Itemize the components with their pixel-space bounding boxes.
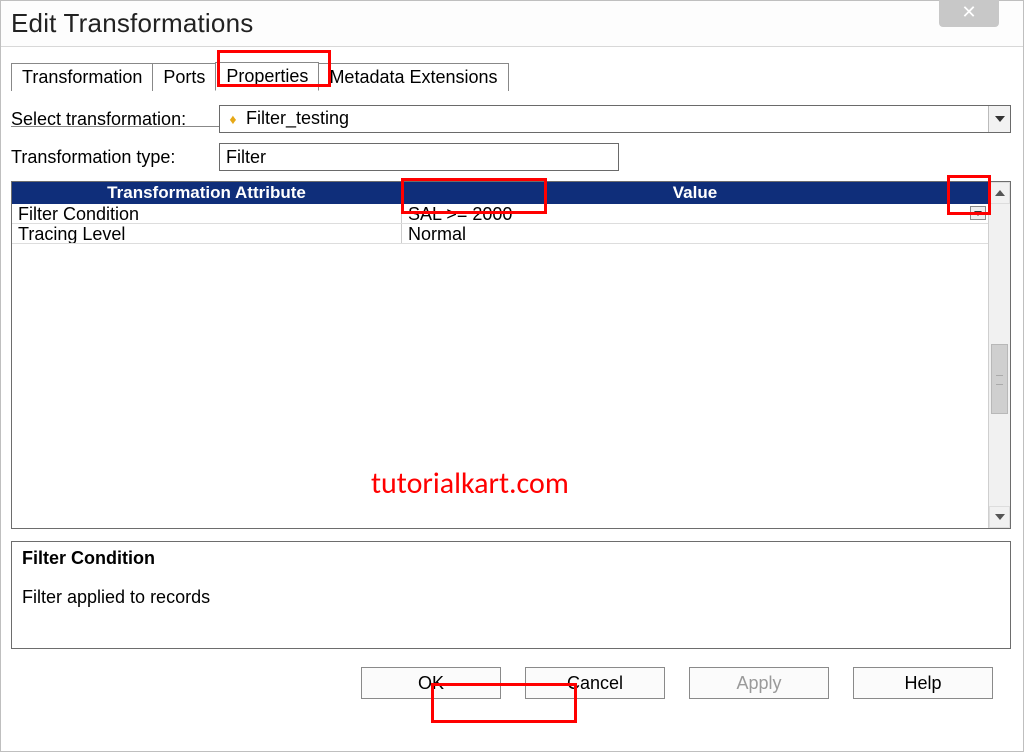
scroll-track[interactable] [989, 204, 1010, 506]
tab-properties[interactable]: Properties [215, 62, 319, 91]
select-transformation-row: Select transformation: ♦ Filter_testing [11, 105, 1011, 133]
vertical-scrollbar[interactable] [988, 182, 1010, 528]
tab-ports[interactable]: Ports [152, 63, 216, 91]
description-title: Filter Condition [22, 548, 1000, 569]
scroll-up-icon[interactable] [989, 182, 1010, 204]
description-text: Filter applied to records [22, 587, 1000, 608]
tabstrip: Transformation Ports Properties Metadata… [11, 57, 1011, 91]
filter-icon: ♦ [224, 110, 242, 128]
tab-transformation[interactable]: Transformation [11, 63, 153, 91]
edit-transformations-window: Edit Transformations ✕ Transformation Po… [0, 0, 1024, 752]
apply-button[interactable]: Apply [689, 667, 829, 699]
titlebar: Edit Transformations ✕ [1, 1, 1023, 47]
close-icon: ✕ [961, 2, 976, 23]
val-filter-condition-text: SAL >= 2000 [408, 204, 512, 224]
expression-editor-button[interactable] [970, 206, 986, 220]
transformation-type-label: Transformation type: [11, 147, 219, 168]
properties-grid: Transformation Attribute Value Filter Co… [11, 181, 1011, 529]
scroll-down-icon[interactable] [989, 506, 1010, 528]
transformation-type-field: Filter [219, 143, 619, 171]
attr-filter-condition: Filter Condition [12, 204, 402, 223]
transformation-type-value: Filter [226, 147, 266, 168]
grid-inner: Transformation Attribute Value Filter Co… [12, 182, 988, 528]
table-row[interactable]: Filter Condition SAL >= 2000 [12, 204, 988, 224]
scroll-thumb[interactable] [991, 344, 1008, 414]
close-button[interactable]: ✕ [939, 0, 999, 27]
grid-header-attribute: Transformation Attribute [12, 183, 402, 203]
dropdown-arrow-icon[interactable] [988, 106, 1010, 132]
table-row[interactable]: Tracing Level Normal [12, 224, 988, 244]
cancel-button[interactable]: Cancel [525, 667, 665, 699]
select-transformation-combo[interactable]: ♦ Filter_testing [219, 105, 1011, 133]
dialog-body: Transformation Ports Properties Metadata… [1, 47, 1023, 751]
tab-metadata-extensions[interactable]: Metadata Extensions [318, 63, 508, 91]
select-transformation-value: Filter_testing [246, 108, 988, 131]
grid-body: Filter Condition SAL >= 2000 Tracing Lev… [12, 204, 988, 528]
ok-button[interactable]: OK [361, 667, 501, 699]
val-tracing-level[interactable]: Normal [402, 224, 988, 243]
grid-header: Transformation Attribute Value [12, 182, 988, 204]
window-title: Edit Transformations [11, 8, 253, 39]
transformation-type-row: Transformation type: Filter [11, 143, 1011, 171]
help-button[interactable]: Help [853, 667, 993, 699]
val-filter-condition[interactable]: SAL >= 2000 [402, 204, 988, 223]
description-panel: Filter Condition Filter applied to recor… [11, 541, 1011, 649]
grid-header-value: Value [402, 183, 988, 203]
attr-tracing-level: Tracing Level [12, 224, 402, 243]
button-bar: OK Cancel Apply Help [11, 667, 1011, 715]
val-tracing-level-text: Normal [408, 224, 466, 244]
